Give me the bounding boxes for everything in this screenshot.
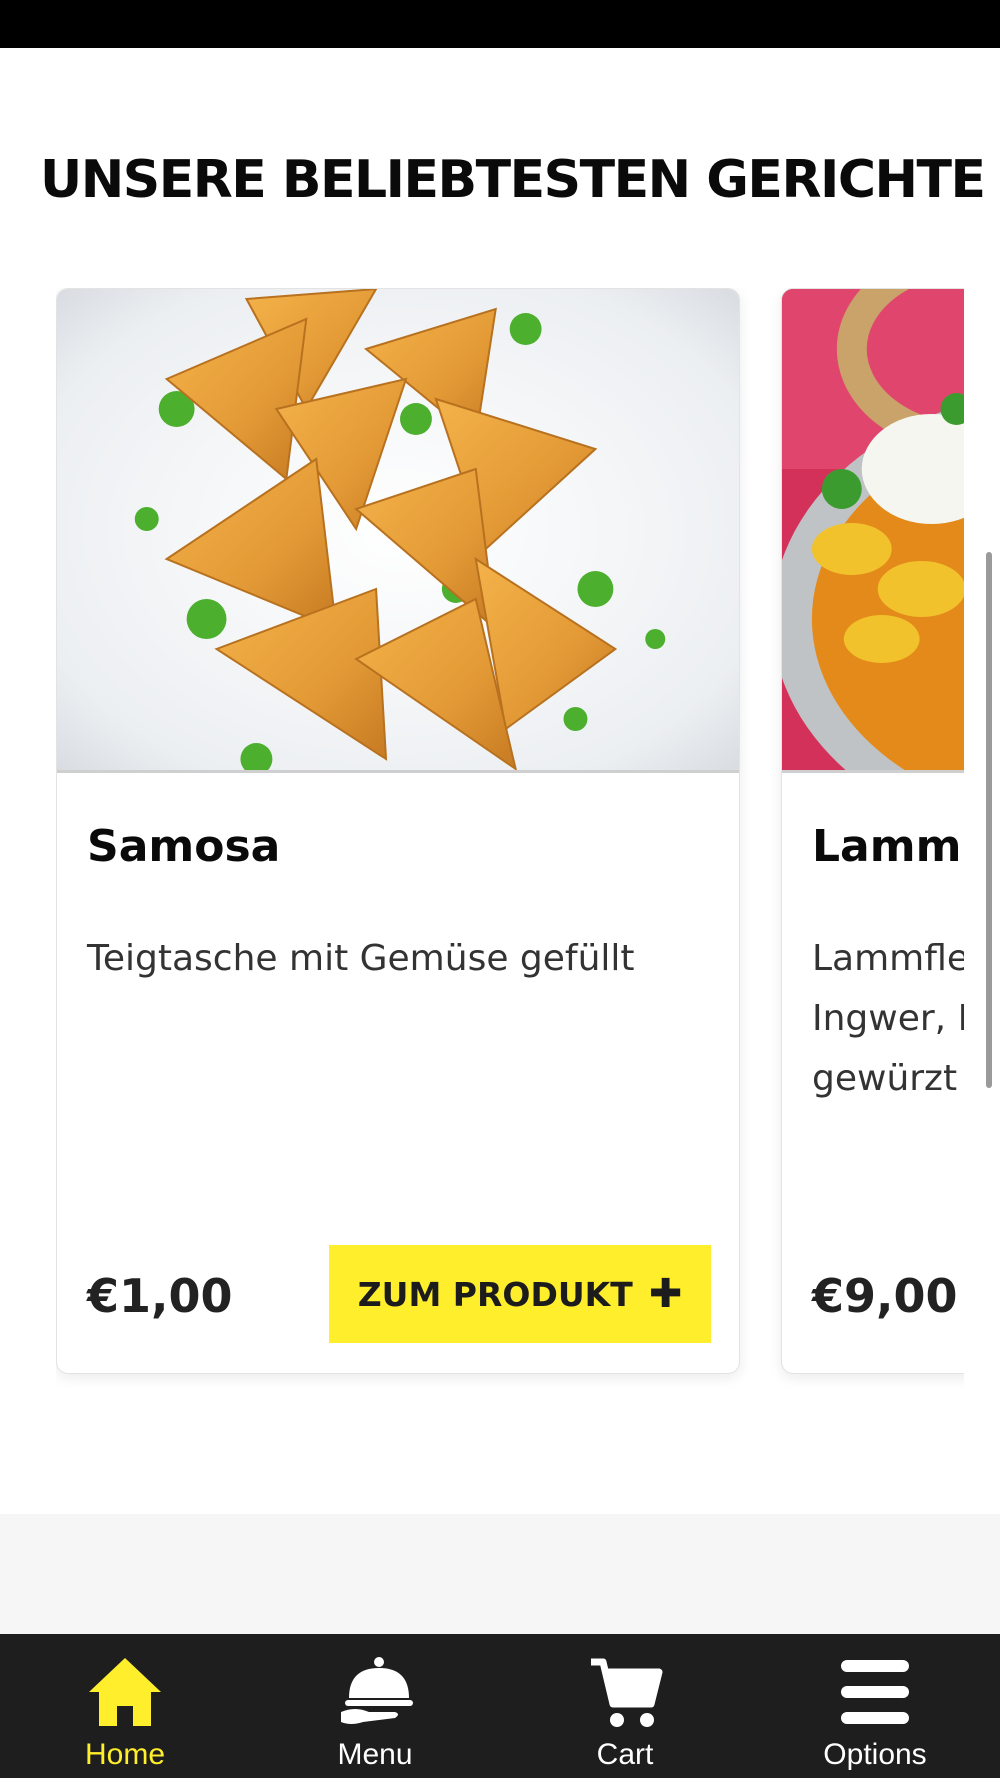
zum-produkt-label: ZUM PRODUKT — [357, 1274, 633, 1314]
nav-label-cart: Cart — [596, 1738, 654, 1771]
nav-item-options[interactable]: Options — [750, 1634, 1000, 1778]
scrollbar[interactable] — [986, 552, 992, 1088]
product-carousel[interactable]: Samosa Teigtasche mit Gemüse gefüllt €1,… — [56, 288, 964, 1388]
nav-item-cart[interactable]: Cart — [500, 1634, 750, 1778]
product-card[interactable]: Lamm Lammfle Ingwer, I gewürzt €9,00 — [781, 288, 964, 1374]
nav-item-home[interactable]: Home — [0, 1634, 250, 1778]
footer-band — [0, 1514, 1000, 1634]
nav-item-menu[interactable]: Menu — [250, 1634, 500, 1778]
cart-icon — [591, 1658, 663, 1727]
nav-label-menu: Menu — [337, 1738, 413, 1771]
zum-produkt-button[interactable]: ZUM PRODUKT ✚ — [329, 1245, 711, 1343]
product-description: Lammfle Ingwer, I gewürzt — [812, 938, 964, 1099]
product-image — [57, 289, 739, 773]
home-icon — [89, 1658, 161, 1726]
nav-label-home: Home — [84, 1738, 166, 1771]
bottom-navigation: Home Menu Cart Options — [0, 1634, 1000, 1778]
cloche-icon — [341, 1657, 413, 1724]
product-price: €1,00 — [87, 1269, 233, 1323]
status-bar — [0, 0, 1000, 48]
product-name: Samosa — [87, 821, 281, 872]
plus-icon: ✚ — [648, 1271, 683, 1317]
product-price: €9,00 — [812, 1269, 958, 1323]
hamburger-menu-icon — [841, 1660, 909, 1724]
product-image — [782, 289, 964, 773]
nav-label-options: Options — [823, 1738, 927, 1771]
product-card[interactable]: Samosa Teigtasche mit Gemüse gefüllt €1,… — [56, 288, 740, 1374]
product-description: Teigtasche mit Gemüse gefüllt — [87, 938, 635, 979]
product-name: Lamm — [812, 821, 962, 872]
section-title: UNSERE BELIEBTESTEN GERICHTE — [40, 150, 986, 210]
